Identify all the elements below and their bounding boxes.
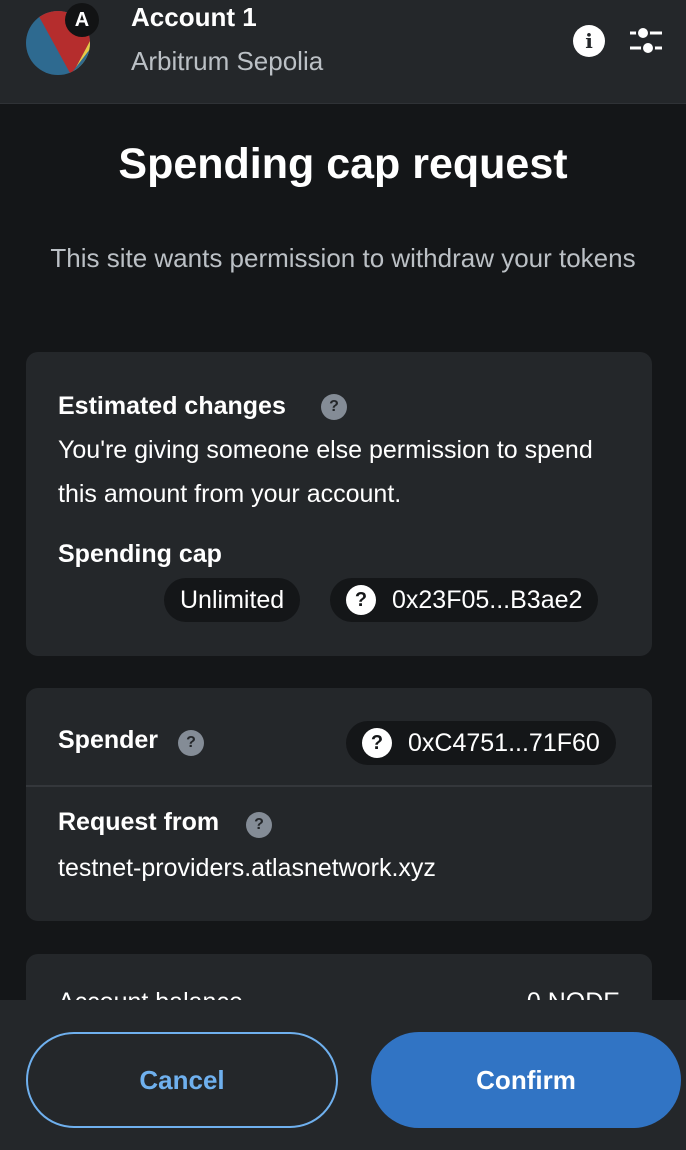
confirm-button[interactable]: Confirm	[371, 1032, 681, 1128]
spender-address: 0xC4751...71F60	[408, 728, 600, 757]
estimated-changes-description: You're giving someone else permission to…	[58, 436, 593, 508]
request-from-value: testnet-providers.atlasnetwork.xyz	[58, 854, 436, 882]
spender-label: Spender	[58, 726, 159, 754]
token-address-pill[interactable]: ? 0x23F05...B3ae2	[330, 578, 599, 622]
details-card: Spender ? ? 0xC4751...71F60 Request from…	[26, 688, 652, 921]
divider	[26, 785, 652, 787]
estimated-changes-label: Estimated changes	[58, 392, 286, 420]
info-icon[interactable]: i	[573, 25, 605, 57]
help-icon[interactable]: ?	[178, 730, 204, 756]
page-subtitle: This site wants permission to withdraw y…	[50, 243, 636, 273]
spending-cap-amount: Unlimited	[164, 578, 301, 622]
unknown-token-icon: ?	[346, 585, 376, 615]
request-from-label: Request from	[58, 808, 220, 836]
spender-address-pill[interactable]: ? 0xC4751...71F60	[346, 721, 616, 765]
token-address: 0x23F05...B3ae2	[392, 585, 583, 614]
spending-cap-request-screen: A Account 1 Arbitrum Sepolia i Spending …	[0, 0, 686, 1150]
estimated-changes-card: Estimated changes ? You're giving someon…	[26, 352, 652, 656]
help-icon[interactable]: ?	[246, 812, 272, 838]
header: A Account 1 Arbitrum Sepolia i	[0, 0, 686, 104]
sliders-icon[interactable]	[628, 24, 664, 56]
page-title: Spending cap request	[118, 140, 568, 188]
account-name[interactable]: Account 1	[131, 2, 257, 33]
help-icon[interactable]: ?	[321, 394, 347, 420]
cancel-button[interactable]: Cancel	[26, 1032, 338, 1128]
network-badge: A	[65, 3, 99, 37]
spending-cap-label: Spending cap	[58, 540, 222, 568]
footer: Cancel Confirm	[0, 1000, 686, 1150]
spending-cap-amount-text: Unlimited	[180, 585, 285, 614]
network-name: Arbitrum Sepolia	[131, 46, 324, 76]
unknown-address-icon: ?	[362, 728, 392, 758]
